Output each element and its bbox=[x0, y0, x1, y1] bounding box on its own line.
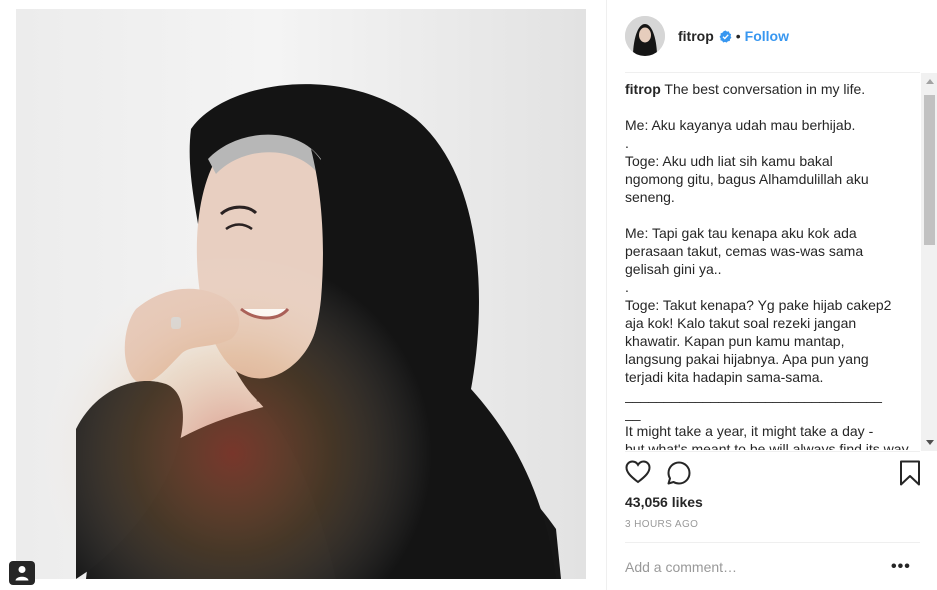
caption-line: It might take a year, it might take a da… bbox=[625, 423, 874, 439]
follow-button[interactable]: Follow bbox=[745, 28, 789, 44]
post-header: fitrop • Follow bbox=[607, 0, 937, 72]
caption-line: Me: Aku kayanya udah mau berhijab. bbox=[625, 117, 856, 133]
comment-icon[interactable] bbox=[666, 460, 692, 491]
verified-badge-icon bbox=[719, 30, 732, 43]
post-timestamp[interactable]: 3 HOURS AGO bbox=[625, 519, 698, 530]
caption-line: khawatir. Kapan pun kamu mantap, bbox=[625, 333, 845, 349]
caption-line: seneng. bbox=[625, 189, 675, 205]
caption-username[interactable]: fitrop bbox=[625, 81, 661, 97]
caption-line: . bbox=[625, 279, 629, 295]
caption-line: ngomong gitu, bagus Alhamdulillah aku bbox=[625, 171, 869, 187]
post-username[interactable]: fitrop bbox=[678, 28, 714, 44]
post-caption: fitrop The best conversation in my life.… bbox=[625, 80, 925, 450]
post-photo[interactable] bbox=[16, 9, 586, 579]
caption-line: terjadi kita hadapin sama-sama. bbox=[625, 369, 824, 385]
avatar[interactable] bbox=[625, 16, 665, 56]
scroll-down-arrow-icon[interactable] bbox=[921, 434, 937, 451]
scrollbar-thumb[interactable] bbox=[924, 95, 935, 245]
caption-scroll-area[interactable]: fitrop The best conversation in my life.… bbox=[625, 80, 925, 450]
caption-line: _________________________________ bbox=[625, 387, 882, 403]
caption-line: Toge: Takut kenapa? Yg pake hijab cakep2 bbox=[625, 297, 892, 313]
comment-divider bbox=[625, 542, 920, 543]
caption-scrollbar[interactable] bbox=[921, 73, 937, 451]
post-actions bbox=[625, 458, 921, 488]
header-separator: • bbox=[735, 28, 741, 44]
caption-line: . bbox=[625, 135, 629, 151]
post-side-panel: fitrop • Follow fitrop The best conversa… bbox=[606, 0, 937, 590]
caption-line: aja kok! Kalo takut soal rezeki jangan bbox=[625, 315, 857, 331]
caption-line: but what's meant to be will always find … bbox=[625, 441, 912, 450]
heart-icon[interactable] bbox=[625, 460, 651, 489]
add-comment-input[interactable] bbox=[625, 557, 875, 577]
bookmark-icon[interactable] bbox=[899, 460, 921, 491]
caption-line: langsung pakai hijabnya. Apa pun yang bbox=[625, 351, 869, 367]
user-tag-icon[interactable] bbox=[9, 561, 35, 585]
scroll-up-arrow-icon[interactable] bbox=[921, 73, 937, 90]
more-options-button[interactable]: ••• bbox=[891, 558, 911, 576]
header-divider bbox=[625, 72, 920, 73]
caption-line: Toge: Aku udh liat sih kamu bakal bbox=[625, 153, 833, 169]
caption-line: gelisah gini ya.. bbox=[625, 261, 722, 277]
caption-line: perasaan takut, cemas was-was sama bbox=[625, 243, 864, 259]
caption-line: Me: Tapi gak tau kenapa aku kok ada bbox=[625, 225, 857, 241]
actions-divider bbox=[625, 451, 920, 452]
caption-line: The best conversation in my life. bbox=[664, 81, 866, 97]
caption-line: __ bbox=[625, 405, 641, 421]
likes-count[interactable]: 43,056 likes bbox=[625, 494, 703, 510]
post-photo-area bbox=[0, 0, 606, 590]
